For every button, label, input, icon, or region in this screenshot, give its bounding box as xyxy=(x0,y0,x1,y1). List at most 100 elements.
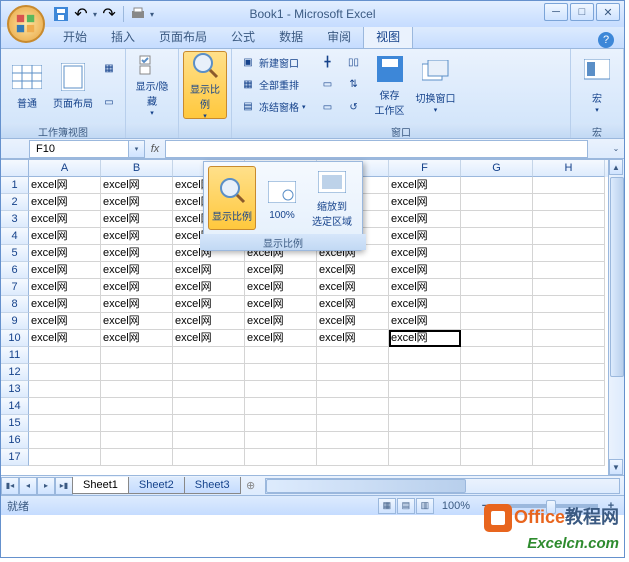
cell[interactable]: excel网 xyxy=(317,330,389,347)
sheet-nav-first[interactable]: ▮◂ xyxy=(1,477,19,495)
row-header[interactable]: 13 xyxy=(1,381,29,398)
cell[interactable] xyxy=(533,449,605,466)
cell[interactable]: excel网 xyxy=(29,228,101,245)
cell[interactable] xyxy=(101,364,173,381)
cell[interactable]: excel网 xyxy=(317,279,389,296)
sheet-nav-next[interactable]: ▸ xyxy=(37,477,55,495)
reset-position-button[interactable]: ↺ xyxy=(342,97,366,119)
cell[interactable] xyxy=(317,432,389,449)
cell[interactable] xyxy=(389,398,461,415)
row-header[interactable]: 15 xyxy=(1,415,29,432)
cell[interactable]: excel网 xyxy=(389,228,461,245)
cell[interactable]: excel网 xyxy=(389,279,461,296)
scroll-up-icon[interactable]: ▲ xyxy=(609,159,623,175)
cell[interactable] xyxy=(29,449,101,466)
cell[interactable] xyxy=(317,449,389,466)
select-all-corner[interactable] xyxy=(1,160,29,177)
cell[interactable]: excel网 xyxy=(173,296,245,313)
sheet-tab-1[interactable]: Sheet1 xyxy=(72,477,129,494)
new-sheet-button[interactable]: ⊕ xyxy=(241,479,261,492)
zoom-button[interactable]: 显示比例 ▾ xyxy=(183,51,227,119)
column-header[interactable]: B xyxy=(101,160,173,177)
split-button[interactable]: ╋ xyxy=(316,51,340,73)
cell[interactable]: excel网 xyxy=(389,194,461,211)
cell[interactable]: excel网 xyxy=(29,279,101,296)
cell[interactable] xyxy=(101,381,173,398)
cell[interactable] xyxy=(533,296,605,313)
cell[interactable] xyxy=(533,228,605,245)
cell[interactable] xyxy=(317,415,389,432)
cell[interactable] xyxy=(29,381,101,398)
cell[interactable]: excel网 xyxy=(317,313,389,330)
row-header[interactable]: 8 xyxy=(1,296,29,313)
cell[interactable]: excel网 xyxy=(29,296,101,313)
save-icon[interactable] xyxy=(53,6,69,22)
cell[interactable] xyxy=(245,381,317,398)
row-header[interactable]: 14 xyxy=(1,398,29,415)
cell[interactable] xyxy=(461,245,533,262)
view-normal-icon[interactable]: ▦ xyxy=(378,498,396,514)
cell[interactable]: excel网 xyxy=(245,296,317,313)
cell[interactable]: excel网 xyxy=(101,211,173,228)
cell[interactable] xyxy=(29,432,101,449)
cell[interactable] xyxy=(533,262,605,279)
redo-icon[interactable]: ↷ xyxy=(101,6,117,22)
row-header[interactable]: 11 xyxy=(1,347,29,364)
cell[interactable] xyxy=(461,364,533,381)
sheet-tab-2[interactable]: Sheet2 xyxy=(128,477,185,494)
vertical-scrollbar[interactable]: ▲ ▼ xyxy=(608,159,624,475)
cell[interactable] xyxy=(101,347,173,364)
cell[interactable] xyxy=(173,415,245,432)
row-header[interactable]: 17 xyxy=(1,449,29,466)
zoom-dialog-button[interactable]: 显示比例 xyxy=(208,166,256,230)
cell[interactable] xyxy=(533,194,605,211)
row-header[interactable]: 5 xyxy=(1,245,29,262)
office-button[interactable] xyxy=(7,5,45,43)
cell[interactable] xyxy=(533,177,605,194)
scroll-thumb[interactable] xyxy=(610,177,624,377)
cell[interactable]: excel网 xyxy=(389,296,461,313)
column-header[interactable]: H xyxy=(533,160,605,177)
cell[interactable]: excel网 xyxy=(29,313,101,330)
cell[interactable] xyxy=(173,347,245,364)
macros-button[interactable]: 宏 ▾ xyxy=(575,51,619,119)
row-header[interactable]: 6 xyxy=(1,262,29,279)
formula-bar[interactable] xyxy=(165,140,588,158)
cell[interactable] xyxy=(317,347,389,364)
cell[interactable] xyxy=(461,381,533,398)
tab-view[interactable]: 视图 xyxy=(363,24,413,48)
undo-icon[interactable]: ↶ xyxy=(73,6,89,22)
sheet-nav-last[interactable]: ▸▮ xyxy=(55,477,73,495)
cell[interactable]: excel网 xyxy=(245,313,317,330)
full-screen-button[interactable]: ▭ xyxy=(97,91,121,113)
sync-scroll-button[interactable]: ⇅ xyxy=(342,74,366,96)
cell[interactable]: excel网 xyxy=(173,279,245,296)
column-header[interactable]: G xyxy=(461,160,533,177)
cell[interactable] xyxy=(101,398,173,415)
cell[interactable] xyxy=(389,347,461,364)
tab-data[interactable]: 数据 xyxy=(267,25,315,48)
cell[interactable] xyxy=(533,364,605,381)
cell[interactable] xyxy=(317,364,389,381)
cell[interactable]: excel网 xyxy=(173,313,245,330)
cell[interactable]: excel网 xyxy=(173,262,245,279)
cell[interactable] xyxy=(461,194,533,211)
cell[interactable]: excel网 xyxy=(389,262,461,279)
cell[interactable] xyxy=(533,432,605,449)
hide-button[interactable]: ▭ xyxy=(316,74,340,96)
cell[interactable]: excel网 xyxy=(29,330,101,347)
arrange-all-button[interactable]: ▦全部重排 xyxy=(236,73,310,95)
row-header[interactable]: 3 xyxy=(1,211,29,228)
cell[interactable]: excel网 xyxy=(29,177,101,194)
cell[interactable]: excel网 xyxy=(389,330,461,347)
cell[interactable] xyxy=(461,347,533,364)
cell[interactable] xyxy=(461,330,533,347)
cell[interactable] xyxy=(101,449,173,466)
print-preview-icon[interactable] xyxy=(130,6,146,22)
cell[interactable]: excel网 xyxy=(101,245,173,262)
cell[interactable]: excel网 xyxy=(245,262,317,279)
cell[interactable]: excel网 xyxy=(317,262,389,279)
cell[interactable] xyxy=(461,313,533,330)
cell[interactable] xyxy=(173,364,245,381)
cell[interactable] xyxy=(389,381,461,398)
